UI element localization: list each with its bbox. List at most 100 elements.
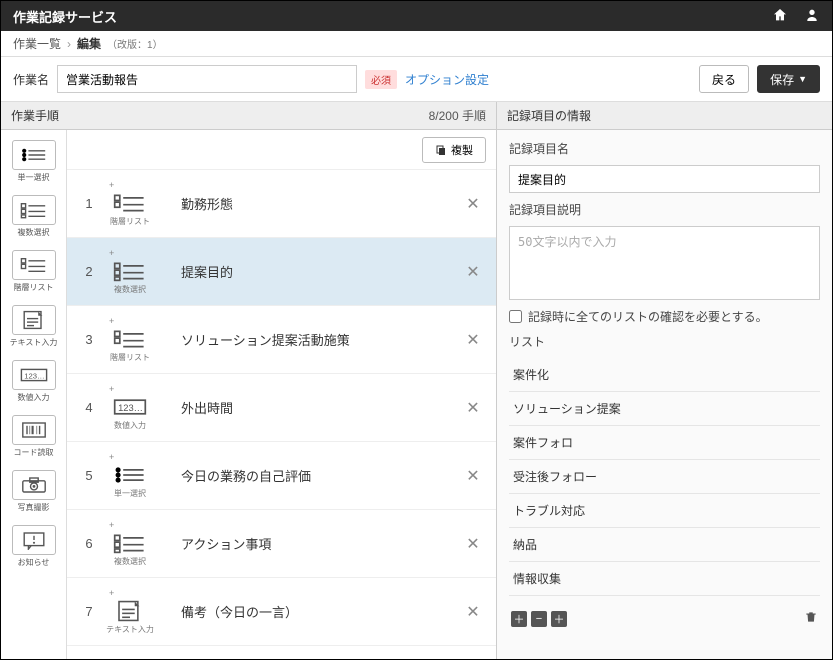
palette-item-barcode[interactable]: コード読取 (7, 411, 61, 462)
app-title: 作業記録サービス (13, 7, 117, 26)
breadcrumb-list[interactable]: 作業一覧 (13, 35, 61, 52)
palette-item-number[interactable]: 123… 数値入力 (7, 356, 61, 407)
list-item[interactable]: 案件化 (509, 358, 820, 392)
option-settings-link[interactable]: オプション設定 (405, 71, 489, 88)
palette-item-photo[interactable]: 写真撮影 (7, 466, 61, 517)
home-icon[interactable] (772, 7, 788, 26)
palette-item-text[interactable]: テキスト入力 (7, 301, 61, 352)
topbar: 作業記録サービス (1, 1, 832, 31)
steps-count: 8/200 手順 (429, 107, 486, 124)
list-add2-icon[interactable]: ＋ (551, 611, 567, 627)
step-number: 5 (75, 468, 103, 483)
list-item[interactable]: 情報収集 (509, 562, 820, 596)
step-title: 外出時間 (157, 398, 458, 417)
delete-step-icon[interactable]: ✕ (458, 534, 488, 554)
step-title: 勤務形態 (157, 194, 458, 213)
delete-step-icon[interactable]: ✕ (458, 398, 488, 418)
list-item[interactable]: 案件フォロ (509, 426, 820, 460)
task-name-row: 作業名 必須 オプション設定 戻る 保存▼ (1, 57, 832, 102)
svg-text:123…: 123… (118, 403, 143, 413)
step-type: +階層リスト (103, 180, 157, 227)
palette-item-multi[interactable]: 複数選択 (7, 191, 61, 242)
notice-icon (12, 525, 56, 555)
palette-item-notice[interactable]: お知らせ (7, 521, 61, 572)
step-title: ソリューション提案活動施策 (157, 330, 458, 349)
copy-icon (435, 144, 447, 156)
trash-icon[interactable] (804, 610, 818, 627)
caret-down-icon: ▼ (798, 74, 807, 84)
step-type: +階層リスト (103, 316, 157, 363)
list-item[interactable]: ソリューション提案 (509, 392, 820, 426)
number-icon: 123… (12, 360, 56, 390)
list-add-icon[interactable]: ＋ (511, 611, 527, 627)
delete-step-icon[interactable]: ✕ (458, 330, 488, 350)
palette-label: 階層リスト (14, 282, 54, 293)
user-icon[interactable] (804, 7, 820, 26)
step-title: 提案目的 (157, 262, 458, 281)
item-name-input[interactable] (509, 165, 820, 193)
palette-label: 数値入力 (18, 392, 50, 403)
step-title: 備考（今日の一言） (157, 602, 458, 621)
chevron-right-icon: › (67, 37, 71, 51)
step-row[interactable]: 7+テキスト入力備考（今日の一言）✕ (67, 578, 496, 646)
palette-label: テキスト入力 (10, 337, 58, 348)
list-item[interactable]: トラブル対応 (509, 494, 820, 528)
step-type: +複数選択 (103, 520, 157, 567)
step-row[interactable]: 3+階層リストソリューション提案活動施策✕ (67, 306, 496, 374)
right-header: 記録項目の情報 (497, 102, 832, 130)
step-row[interactable]: 2+複数選択提案目的✕ (67, 238, 496, 306)
list-item[interactable]: 納品 (509, 528, 820, 562)
palette-label: 単一選択 (18, 172, 50, 183)
list-label: リスト (509, 333, 820, 350)
required-badge: 必須 (365, 70, 397, 89)
delete-step-icon[interactable]: ✕ (458, 466, 488, 486)
confirm-all-checkbox-row[interactable]: 記録時に全てのリストの確認を必要とする。 (509, 308, 820, 325)
task-name-input[interactable] (57, 65, 357, 93)
step-type: +テキスト入力 (103, 588, 157, 635)
step-number: 1 (75, 196, 103, 211)
step-title: アクション事項 (157, 534, 458, 553)
step-type: +単一選択 (103, 452, 157, 499)
breadcrumb: 作業一覧 › 編集 （改版：1） (1, 31, 832, 57)
item-desc-textarea[interactable] (509, 226, 820, 300)
save-button[interactable]: 保存▼ (757, 65, 820, 93)
breadcrumb-edit: 編集 (77, 35, 101, 52)
back-button[interactable]: 戻る (699, 65, 749, 93)
palette-item-layer[interactable]: 階層リスト (7, 246, 61, 297)
step-row[interactable]: 1+階層リスト勤務形態✕ (67, 170, 496, 238)
step-type: +123…数値入力 (103, 384, 157, 431)
step-row[interactable]: 5+単一選択今日の業務の自己評価✕ (67, 442, 496, 510)
palette-item-single[interactable]: 単一選択 (7, 136, 61, 187)
step-number: 4 (75, 400, 103, 415)
photo-icon (12, 470, 56, 500)
text-icon (12, 305, 56, 335)
multi-icon (12, 195, 56, 225)
step-number: 6 (75, 536, 103, 551)
duplicate-button[interactable]: 複製 (422, 137, 486, 163)
step-type: +複数選択 (103, 248, 157, 295)
palette-label: 写真撮影 (18, 502, 50, 513)
step-title: 今日の業務の自己評価 (157, 466, 458, 485)
steps-title: 作業手順 (11, 107, 59, 124)
option-list: 案件化ソリューション提案案件フォロ受注後フォロートラブル対応納品情報収集 (509, 358, 820, 596)
step-number: 2 (75, 264, 103, 279)
confirm-all-checkbox[interactable] (509, 310, 522, 323)
list-remove-icon[interactable]: − (531, 611, 547, 627)
steps-list: 1+階層リスト勤務形態✕2+複数選択提案目的✕3+階層リストソリューション提案活… (67, 170, 496, 646)
list-item[interactable]: 受注後フォロー (509, 460, 820, 494)
breadcrumb-rev: （改版：1） (107, 36, 163, 51)
step-row[interactable]: 4+123…数値入力外出時間✕ (67, 374, 496, 442)
barcode-icon (12, 415, 56, 445)
svg-text:123…: 123… (24, 372, 45, 381)
step-row[interactable]: 6+複数選択アクション事項✕ (67, 510, 496, 578)
task-name-label: 作業名 (13, 71, 49, 88)
delete-step-icon[interactable]: ✕ (458, 194, 488, 214)
item-desc-label: 記録項目説明 (509, 201, 820, 218)
palette-label: コード読取 (14, 447, 54, 458)
palette: 単一選択複数選択階層リストテキスト入力 123… 数値入力コード読取写真撮影お知らせ (1, 130, 67, 659)
palette-label: お知らせ (18, 557, 50, 568)
delete-step-icon[interactable]: ✕ (458, 262, 488, 282)
item-name-label: 記録項目名 (509, 140, 820, 157)
palette-label: 複数選択 (18, 227, 50, 238)
delete-step-icon[interactable]: ✕ (458, 602, 488, 622)
